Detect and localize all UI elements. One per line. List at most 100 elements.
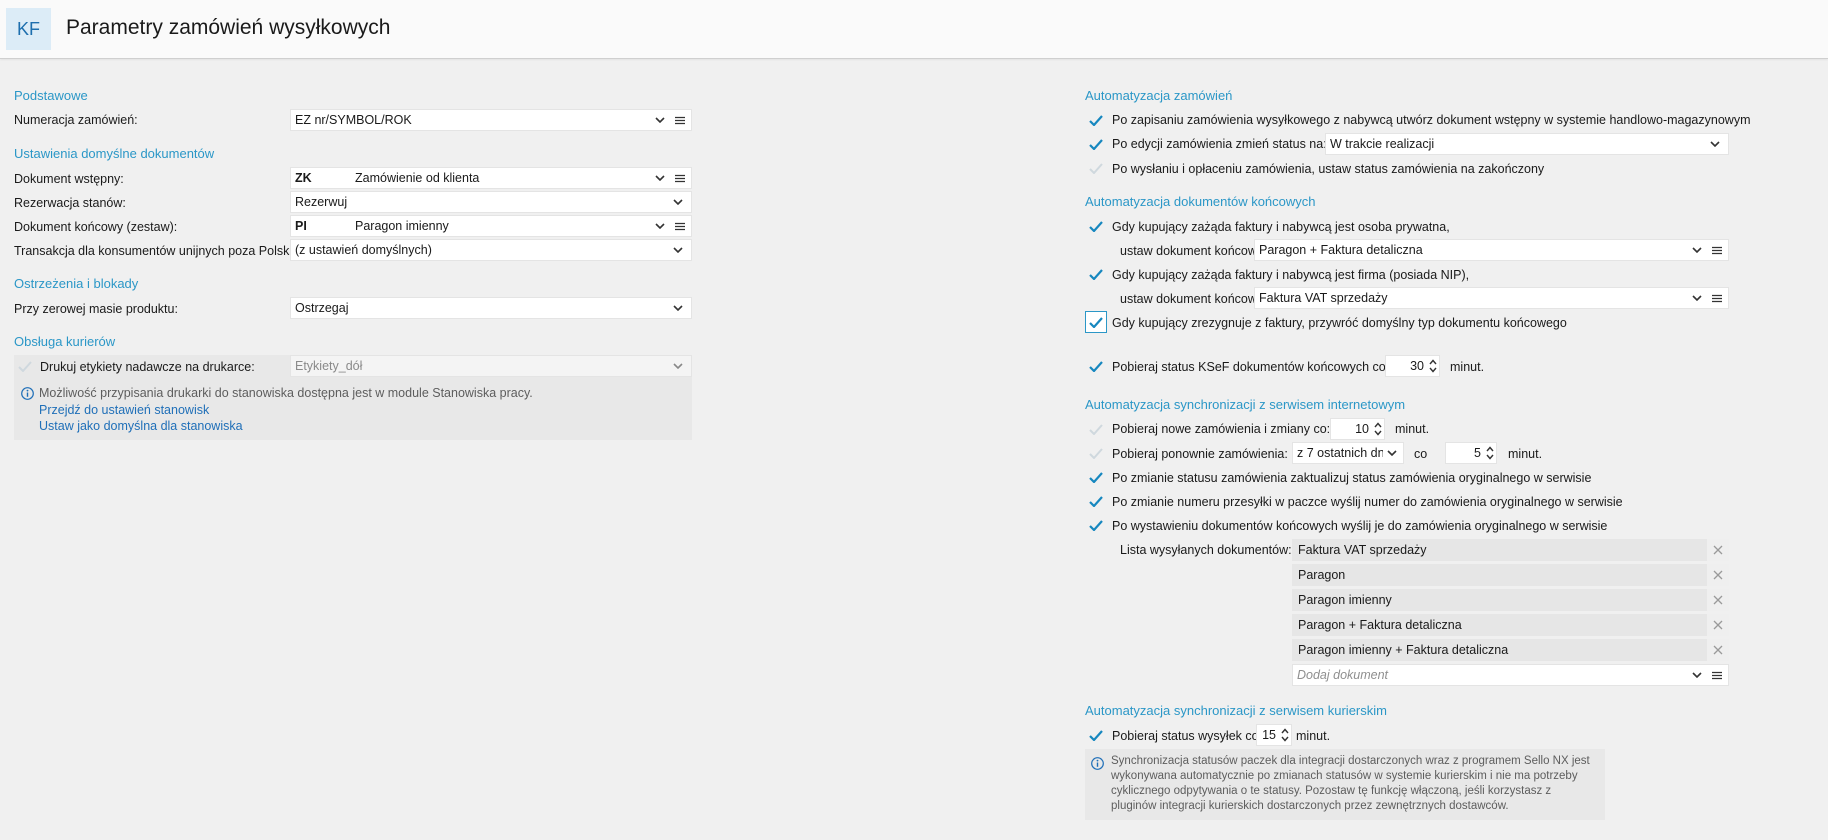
opt1-checkbox[interactable] xyxy=(1085,109,1107,131)
firma-select[interactable]: Faktura VAT sprzedaży xyxy=(1254,287,1729,309)
remove-icon[interactable] xyxy=(1707,614,1729,636)
ksef-checkbox[interactable] xyxy=(1085,355,1107,377)
masa-select[interactable]: Ostrzegaj xyxy=(290,297,692,319)
status-sync-checkbox[interactable] xyxy=(1085,466,1107,488)
przesylka-checkbox[interactable] xyxy=(1085,490,1107,512)
firma-label: Gdy kupujący zażąda faktury i nabywcą je… xyxy=(1112,268,1470,282)
ksef-unit: minut. xyxy=(1450,360,1485,374)
kurierzy-info-text: Możliwość przypisania drukarki do stanow… xyxy=(39,386,533,400)
document-name: Paragon + Faktura detaliczna xyxy=(1298,618,1462,632)
ksef-value: 30 xyxy=(1410,359,1424,373)
status-sync-label: Po zmianie statusu zamówienia zaktualizu… xyxy=(1112,471,1592,485)
dokument-koncowy-value: Paragon imienny xyxy=(355,219,449,233)
status-wysylek-unit: minut. xyxy=(1296,729,1331,743)
numeracja-select[interactable]: EZ nr/SYMBOL/ROK xyxy=(290,109,692,131)
dodaj-dokument-select[interactable]: Dodaj dokument xyxy=(1292,664,1729,686)
spinner-arrows-icon[interactable] xyxy=(1279,728,1291,742)
chevron-down-icon xyxy=(669,363,687,369)
chevron-down-icon xyxy=(651,117,669,123)
app-logo: KF xyxy=(6,8,51,50)
drukarka-select[interactable]: Etykiety_dół xyxy=(290,355,692,377)
wystawienie-checkbox[interactable] xyxy=(1085,514,1107,536)
chevron-down-icon xyxy=(1688,672,1706,678)
document-list-item: Paragon imienny + Faktura detaliczna xyxy=(1292,639,1729,661)
remove-icon[interactable] xyxy=(1707,639,1729,661)
ponowne-spinner[interactable]: 5 xyxy=(1445,442,1497,464)
spinner-arrows-icon[interactable] xyxy=(1484,446,1496,460)
ksef-spinner[interactable]: 30 xyxy=(1385,355,1440,377)
dokument-wstepny-value: Zamówienie od klienta xyxy=(355,171,480,185)
spinner-arrows-icon[interactable] xyxy=(1372,422,1384,436)
ponowne-unit: minut. xyxy=(1508,447,1543,461)
list-menu-icon[interactable] xyxy=(669,116,691,125)
transakcja-select[interactable]: (z ustawień domyślnych) xyxy=(290,239,692,261)
firma-value: Faktura VAT sprzedaży xyxy=(1259,291,1388,305)
opt3-checkbox[interactable] xyxy=(1085,157,1107,179)
chevron-down-icon xyxy=(669,199,687,205)
nowe-checkbox[interactable] xyxy=(1085,418,1107,440)
ponowne-select[interactable]: z 7 ostatnich dni xyxy=(1292,442,1404,464)
ponowne-checkbox[interactable] xyxy=(1085,442,1107,464)
ponowne-label: Pobieraj ponownie zamówienia: xyxy=(1112,447,1288,461)
nowe-value: 10 xyxy=(1355,422,1369,436)
prywatna-select[interactable]: Paragon + Faktura detaliczna xyxy=(1254,239,1729,261)
list-menu-icon[interactable] xyxy=(1706,246,1728,255)
list-menu-icon[interactable] xyxy=(669,174,691,183)
chevron-down-icon xyxy=(651,223,669,229)
chevron-down-icon xyxy=(669,247,687,253)
drukarka-value: Etykiety_dół xyxy=(295,359,363,373)
przejdz-do-ustawien-link[interactable]: Przejdź do ustawień stanowisk xyxy=(39,403,209,417)
lista-label: Lista wysyłanych dokumentów: xyxy=(1120,543,1292,557)
list-menu-icon[interactable] xyxy=(669,222,691,231)
status-wysylek-label: Pobieraj status wysyłek co: xyxy=(1112,729,1263,743)
rezygnacja-label: Gdy kupujący zrezygnuje z faktury, przyw… xyxy=(1112,316,1567,330)
chevron-down-icon xyxy=(1688,247,1706,253)
kurier-info-line: wykonywana automatycznie po zmianach sta… xyxy=(1111,770,1578,782)
chevron-down-icon xyxy=(1383,450,1401,456)
ksef-label: Pobieraj status KSeF dokumentów końcowyc… xyxy=(1112,360,1390,374)
list-menu-icon[interactable] xyxy=(1706,671,1728,680)
section-title-automatyzacja-zamowien: Automatyzacja zamówień xyxy=(1085,88,1233,103)
drukuj-checkbox[interactable] xyxy=(14,355,36,377)
document-list-item: Paragon + Faktura detaliczna xyxy=(1292,614,1729,636)
wystawienie-label: Po wystawieniu dokumentów końcowych wyśl… xyxy=(1112,519,1608,533)
list-menu-icon[interactable] xyxy=(1706,294,1728,303)
numeracja-value: EZ nr/SYMBOL/ROK xyxy=(295,113,412,127)
document-name: Paragon xyxy=(1298,568,1346,582)
status-wysylek-spinner[interactable]: 15 xyxy=(1256,724,1292,746)
section-title-podstawowe: Podstawowe xyxy=(14,88,88,103)
nowe-label: Pobieraj nowe zamówienia i zmiany co: xyxy=(1112,422,1331,436)
kurier-info-line: Synchronizacja statusów paczek dla integ… xyxy=(1111,755,1590,767)
rezerwacja-select[interactable]: Rezerwuj xyxy=(290,191,692,213)
dodaj-dokument-placeholder: Dodaj dokument xyxy=(1297,668,1389,682)
dokument-koncowy-code: PI xyxy=(295,219,307,233)
info-icon xyxy=(1091,757,1104,773)
firma-checkbox[interactable] xyxy=(1085,263,1107,285)
chevron-down-icon xyxy=(669,305,687,311)
status-edycji-value: W trakcie realizacji xyxy=(1330,137,1435,151)
status-wysylek-checkbox[interactable] xyxy=(1085,724,1107,746)
section-title-automatyzacja-dok: Automatyzacja dokumentów końcowych xyxy=(1085,194,1316,209)
opt2-checkbox[interactable] xyxy=(1085,133,1107,155)
remove-icon[interactable] xyxy=(1707,589,1729,611)
remove-icon[interactable] xyxy=(1707,564,1729,586)
ustaw-domyslna-link[interactable]: Ustaw jako domyślna dla stanowiska xyxy=(39,419,243,433)
page-title: Parametry zamówień wysyłkowych xyxy=(66,16,391,39)
prywatna-checkbox[interactable] xyxy=(1085,215,1107,237)
nowe-spinner[interactable]: 10 xyxy=(1330,418,1385,440)
chevron-down-icon xyxy=(1706,141,1724,147)
remove-icon[interactable] xyxy=(1707,539,1729,561)
dokument-wstepny-code: ZK xyxy=(295,171,312,185)
dokument-koncowy-select[interactable]: PI Paragon imienny xyxy=(290,215,692,237)
status-edycji-select[interactable]: W trakcie realizacji xyxy=(1325,133,1729,155)
masa-label: Przy zerowej masie produktu: xyxy=(14,302,178,316)
rezerwacja-label: Rezerwacja stanów: xyxy=(14,196,126,210)
rezygnacja-checkbox[interactable] xyxy=(1085,311,1107,333)
dokument-wstepny-select[interactable]: ZK Zamówienie od klienta xyxy=(290,167,692,189)
spinner-arrows-icon[interactable] xyxy=(1427,359,1439,373)
document-list-item: Faktura VAT sprzedaży xyxy=(1292,539,1729,561)
document-list-item: Paragon imienny xyxy=(1292,589,1729,611)
transakcja-label: Transakcja dla konsumentów unijnych poza… xyxy=(14,244,300,258)
dokument-wstepny-label: Dokument wstępny: xyxy=(14,172,124,186)
document-name: Paragon imienny xyxy=(1298,593,1392,607)
